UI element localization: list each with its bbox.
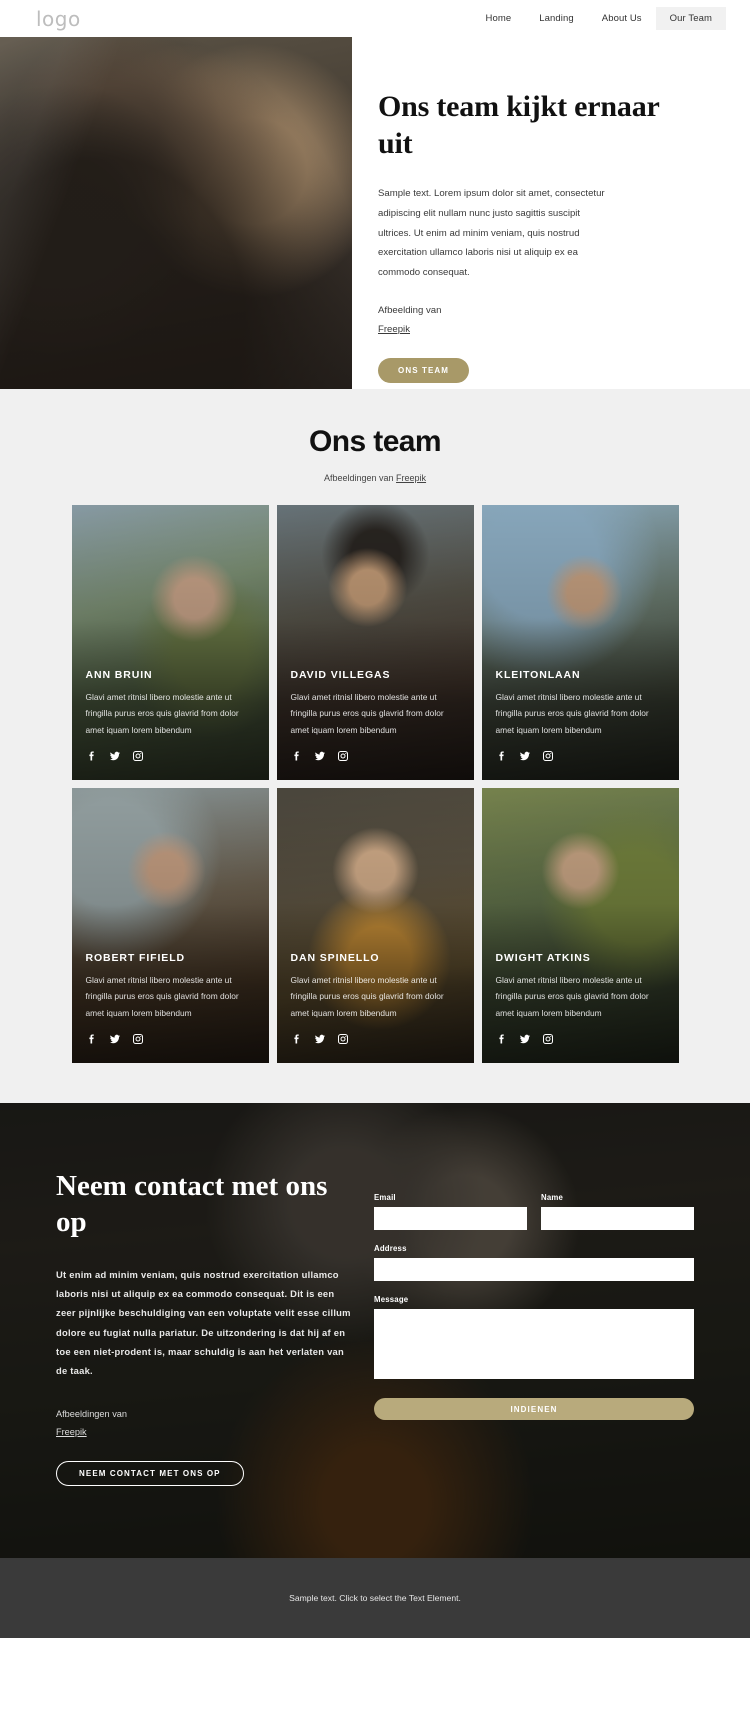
email-label: Email: [374, 1193, 396, 1202]
team-member-name: DAVID VILLEGAS: [290, 668, 391, 681]
nav-item-about-us[interactable]: About Us: [588, 7, 656, 30]
name-label: Name: [541, 1193, 564, 1202]
hero-cta-button[interactable]: ONS TEAM: [378, 357, 470, 383]
site-footer: Sample text. Click to select the Text El…: [0, 1558, 750, 1639]
facebook-icon[interactable]: [86, 1033, 98, 1045]
message-textarea[interactable]: [374, 1309, 694, 1379]
facebook-icon[interactable]: [291, 1033, 303, 1045]
social-links: [86, 750, 255, 762]
main-navigation: Home Landing About Us Our Team: [472, 7, 726, 30]
instagram-icon[interactable]: [337, 1033, 349, 1045]
email-input[interactable]: [374, 1207, 527, 1230]
team-card[interactable]: KLEITONLAAN Glavi amet ritnisl libero mo…: [481, 505, 679, 780]
team-member-name: ANN BRUIN: [85, 668, 153, 681]
hero-image-placeholder: [0, 37, 352, 389]
instagram-icon[interactable]: [132, 1033, 144, 1045]
contact-section: Neem contact met ons op Ut enim ad minim…: [0, 1103, 750, 1559]
hero-credit: Afbeelding van Freepik: [378, 302, 698, 339]
site-header: logo Home Landing About Us Our Team: [0, 0, 750, 37]
team-subtitle: Afbeeldingen van Freepik: [0, 473, 750, 483]
team-subtitle-prefix: Afbeeldingen van: [323, 473, 394, 483]
team-member-desc: Glavi amet ritnisl libero molestie ante …: [290, 691, 444, 735]
contact-info: Neem contact met ons op Ut enim ad minim…: [56, 1169, 356, 1487]
facebook-icon[interactable]: [496, 1033, 508, 1045]
team-grid: ANN BRUIN Glavi amet ritnisl libero mole…: [0, 505, 750, 1063]
facebook-icon[interactable]: [86, 750, 98, 762]
address-input[interactable]: [374, 1258, 694, 1281]
team-card[interactable]: DAN SPINELLO Glavi amet ritnisl libero m…: [276, 788, 474, 1063]
hero-image: [0, 37, 352, 389]
instagram-icon[interactable]: [132, 750, 144, 762]
team-member-name: KLEITONLAAN: [495, 668, 581, 681]
instagram-icon[interactable]: [337, 750, 349, 762]
team-card[interactable]: ROBERT FIFIELD Glavi amet ritnisl libero…: [71, 788, 269, 1063]
contact-title: Neem contact met ons op: [56, 1170, 328, 1238]
hero-credit-prefix: Afbeelding van: [378, 305, 442, 317]
hero-body-text: Sample text. Lorem ipsum dolor sit amet,…: [378, 188, 605, 278]
team-member-name: DWIGHT ATKINS: [495, 951, 591, 964]
instagram-icon[interactable]: [542, 1033, 554, 1045]
team-card[interactable]: DAVID VILLEGAS Glavi amet ritnisl libero…: [276, 505, 474, 780]
team-member-desc: Glavi amet ritnisl libero molestie ante …: [85, 974, 239, 1018]
team-section: Ons team Afbeeldingen van Freepik ANN BR…: [0, 389, 750, 1103]
instagram-icon[interactable]: [542, 750, 554, 762]
contact-body-text: Ut enim ad minim veniam, quis nostrud ex…: [56, 1268, 351, 1377]
social-links: [496, 1033, 665, 1045]
address-label: Address: [374, 1244, 407, 1253]
hero-content: Ons team kijkt ernaar uit Sample text. L…: [352, 37, 750, 389]
logo[interactable]: logo: [36, 7, 81, 31]
team-member-desc: Glavi amet ritnisl libero molestie ante …: [495, 974, 649, 1018]
footer-text: Sample text. Click to select the Text El…: [289, 1593, 461, 1604]
team-card[interactable]: DWIGHT ATKINS Glavi amet ritnisl libero …: [481, 788, 679, 1063]
contact-credit: Afbeeldingen van Freepik: [56, 1405, 356, 1442]
team-member-desc: Glavi amet ritnisl libero molestie ante …: [290, 974, 444, 1018]
facebook-icon[interactable]: [496, 750, 508, 762]
hero-credit-link[interactable]: Freepik: [378, 324, 410, 335]
team-card[interactable]: ANN BRUIN Glavi amet ritnisl libero mole…: [71, 505, 269, 780]
team-member-desc: Glavi amet ritnisl libero molestie ante …: [495, 691, 649, 735]
team-title: Ons team: [309, 425, 442, 458]
twitter-icon[interactable]: [109, 1033, 121, 1045]
twitter-icon[interactable]: [519, 750, 531, 762]
twitter-icon[interactable]: [519, 1033, 531, 1045]
nav-item-our-team[interactable]: Our Team: [655, 7, 726, 30]
social-links: [86, 1033, 255, 1045]
contact-credit-link[interactable]: Freepik: [56, 1427, 87, 1437]
nav-item-landing[interactable]: Landing: [525, 7, 588, 30]
team-member-desc: Glavi amet ritnisl libero molestie ante …: [85, 691, 239, 735]
twitter-icon[interactable]: [314, 750, 326, 762]
facebook-icon[interactable]: [291, 750, 303, 762]
team-member-name: ROBERT FIFIELD: [85, 951, 186, 964]
contact-cta-button[interactable]: NEEM CONTACT MET ONS OP: [56, 1461, 244, 1487]
name-input[interactable]: [541, 1207, 694, 1230]
contact-credit-prefix: Afbeeldingen van: [56, 1408, 128, 1419]
hero-section: Ons team kijkt ernaar uit Sample text. L…: [0, 37, 750, 389]
message-label: Message: [374, 1295, 409, 1304]
hero-title: Ons team kijkt ernaar uit: [378, 90, 660, 160]
social-links: [291, 1033, 460, 1045]
twitter-icon[interactable]: [109, 750, 121, 762]
twitter-icon[interactable]: [314, 1033, 326, 1045]
submit-button[interactable]: INDIENEN: [374, 1398, 694, 1420]
team-subtitle-link[interactable]: Freepik: [396, 473, 426, 483]
social-links: [291, 750, 460, 762]
contact-form: Email Name Address Message INDIENEN: [374, 1169, 694, 1486]
team-member-name: DAN SPINELLO: [290, 951, 380, 964]
nav-item-home[interactable]: Home: [472, 7, 526, 30]
social-links: [496, 750, 665, 762]
